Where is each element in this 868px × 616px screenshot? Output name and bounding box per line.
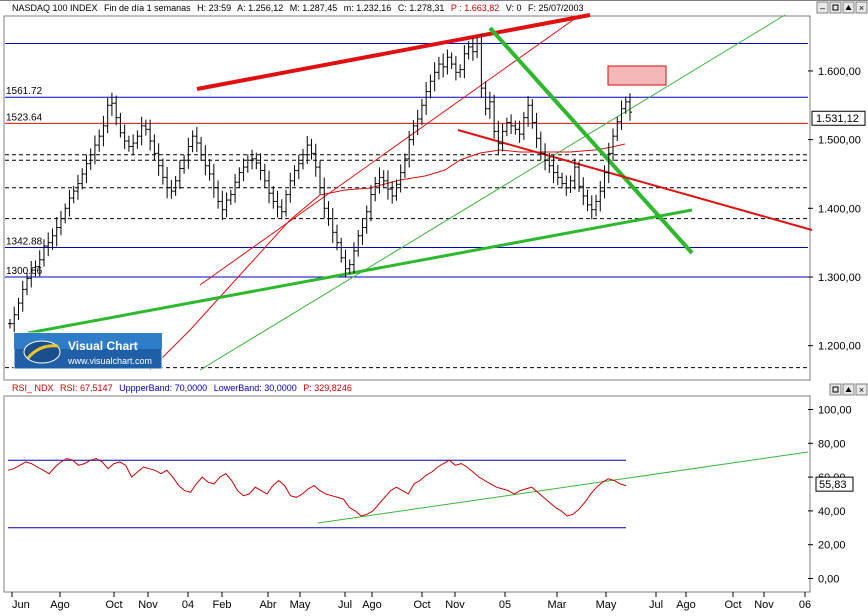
rsi-p: P: 329,8246	[303, 383, 352, 393]
rsi-maximize-button[interactable]	[829, 383, 842, 396]
level-label: 1300.06	[6, 266, 43, 277]
x-tick-label: Feb	[213, 599, 232, 611]
level-label: 1561.72	[6, 86, 43, 97]
target-highlight-box	[607, 65, 667, 86]
volume-label: V: 0	[506, 3, 522, 13]
rsi-close-icon: ×	[859, 385, 864, 395]
rsi-lower-band: LowerBand: 30,0000	[214, 383, 297, 393]
x-tick-label: Ago	[676, 599, 696, 611]
chart-window: 1561.72 1523.64 1342.88 1300.06 1.200,00 1.3…	[0, 0, 868, 611]
x-tick-label: 05	[499, 599, 511, 611]
low-label: m: 1.232,16	[344, 3, 392, 13]
rsi-tick-label: 100,00	[818, 405, 852, 417]
close-label: C: 1.278,31	[398, 3, 445, 13]
date-label: F: 25/07/2003	[528, 3, 584, 13]
x-tick-label: Mar	[548, 599, 567, 611]
rsi-current-label: 55,83	[819, 479, 847, 491]
x-tick-label: 06	[799, 599, 811, 611]
rsi-tick-label: 20,00	[818, 540, 846, 552]
x-tick-label: Ago	[362, 599, 382, 611]
y-tick-label: 1.400,00	[818, 203, 861, 215]
x-tick-label: 04	[182, 599, 194, 611]
rsi-name: RSI_ NDX	[12, 383, 54, 393]
close-icon: ×	[859, 3, 864, 13]
price-header: NASDAQ 100 INDEX Fin de día 1 semanas H:…	[12, 3, 584, 13]
rsi-tick-label: 80,00	[818, 438, 846, 450]
maximize-button[interactable]	[829, 1, 842, 14]
logo-title: Visual Chart	[68, 339, 138, 353]
time-label: H: 23:59	[197, 3, 231, 13]
current-price-label: 1.531,12	[816, 113, 859, 125]
x-tick-label: May	[290, 599, 311, 611]
level-label: 1342.88	[6, 237, 43, 248]
x-tick-label: Nov	[138, 599, 158, 611]
y-tick-label: 1.600,00	[818, 66, 861, 78]
x-tick-label: Jul	[649, 599, 663, 611]
open-label: A: 1.256,12	[237, 3, 283, 13]
rsi-tick-label: 40,00	[818, 506, 846, 518]
instrument-name: NASDAQ 100 INDEX	[12, 3, 98, 13]
y-tick-label: 1.500,00	[818, 135, 861, 147]
x-tick-label: Ago	[50, 599, 70, 611]
visual-chart-logo: Visual Chart www.visualchart.com	[13, 332, 163, 370]
rsi-upper-band: UppperBand: 70,0000	[119, 383, 207, 393]
x-tick-label: Oct	[105, 599, 122, 611]
svg-text:NASDAQ 100 INDEX Fin d: NASDAQ 100 INDEX Fin de día 1 semanas H:…	[12, 3, 584, 13]
x-tick-label: Nov	[754, 599, 774, 611]
x-tick-label: Abr	[259, 599, 276, 611]
rsi-value: RSI: 67,5147	[60, 383, 113, 393]
x-tick-label: Oct	[413, 599, 430, 611]
level-label: 1523.64	[6, 112, 43, 123]
x-tick-label: Oct	[724, 599, 741, 611]
p-label: P : 1.663,82	[451, 3, 499, 13]
x-tick-label: Jun	[12, 599, 30, 611]
chart-svg: 1561.72 1523.64 1342.88 1300.06 1.200,00 1.3…	[0, 0, 868, 611]
x-tick-label: May	[596, 599, 617, 611]
y-tick-label: 1.200,00	[818, 341, 861, 353]
period-label: Fin de día 1 semanas	[104, 3, 191, 13]
y-tick-label: 1.300,00	[818, 272, 861, 284]
x-tick-label: Nov	[445, 599, 465, 611]
logo-url: www.visualchart.com	[67, 356, 152, 366]
rsi-panel-controls[interactable]: ×	[829, 383, 868, 396]
high-label: M: 1.287,45	[290, 3, 338, 13]
x-tick-label: Jul	[338, 599, 352, 611]
window-background	[0, 0, 868, 611]
minimize-icon: –	[820, 3, 825, 13]
rsi-tick-label: 0,00	[818, 573, 839, 585]
